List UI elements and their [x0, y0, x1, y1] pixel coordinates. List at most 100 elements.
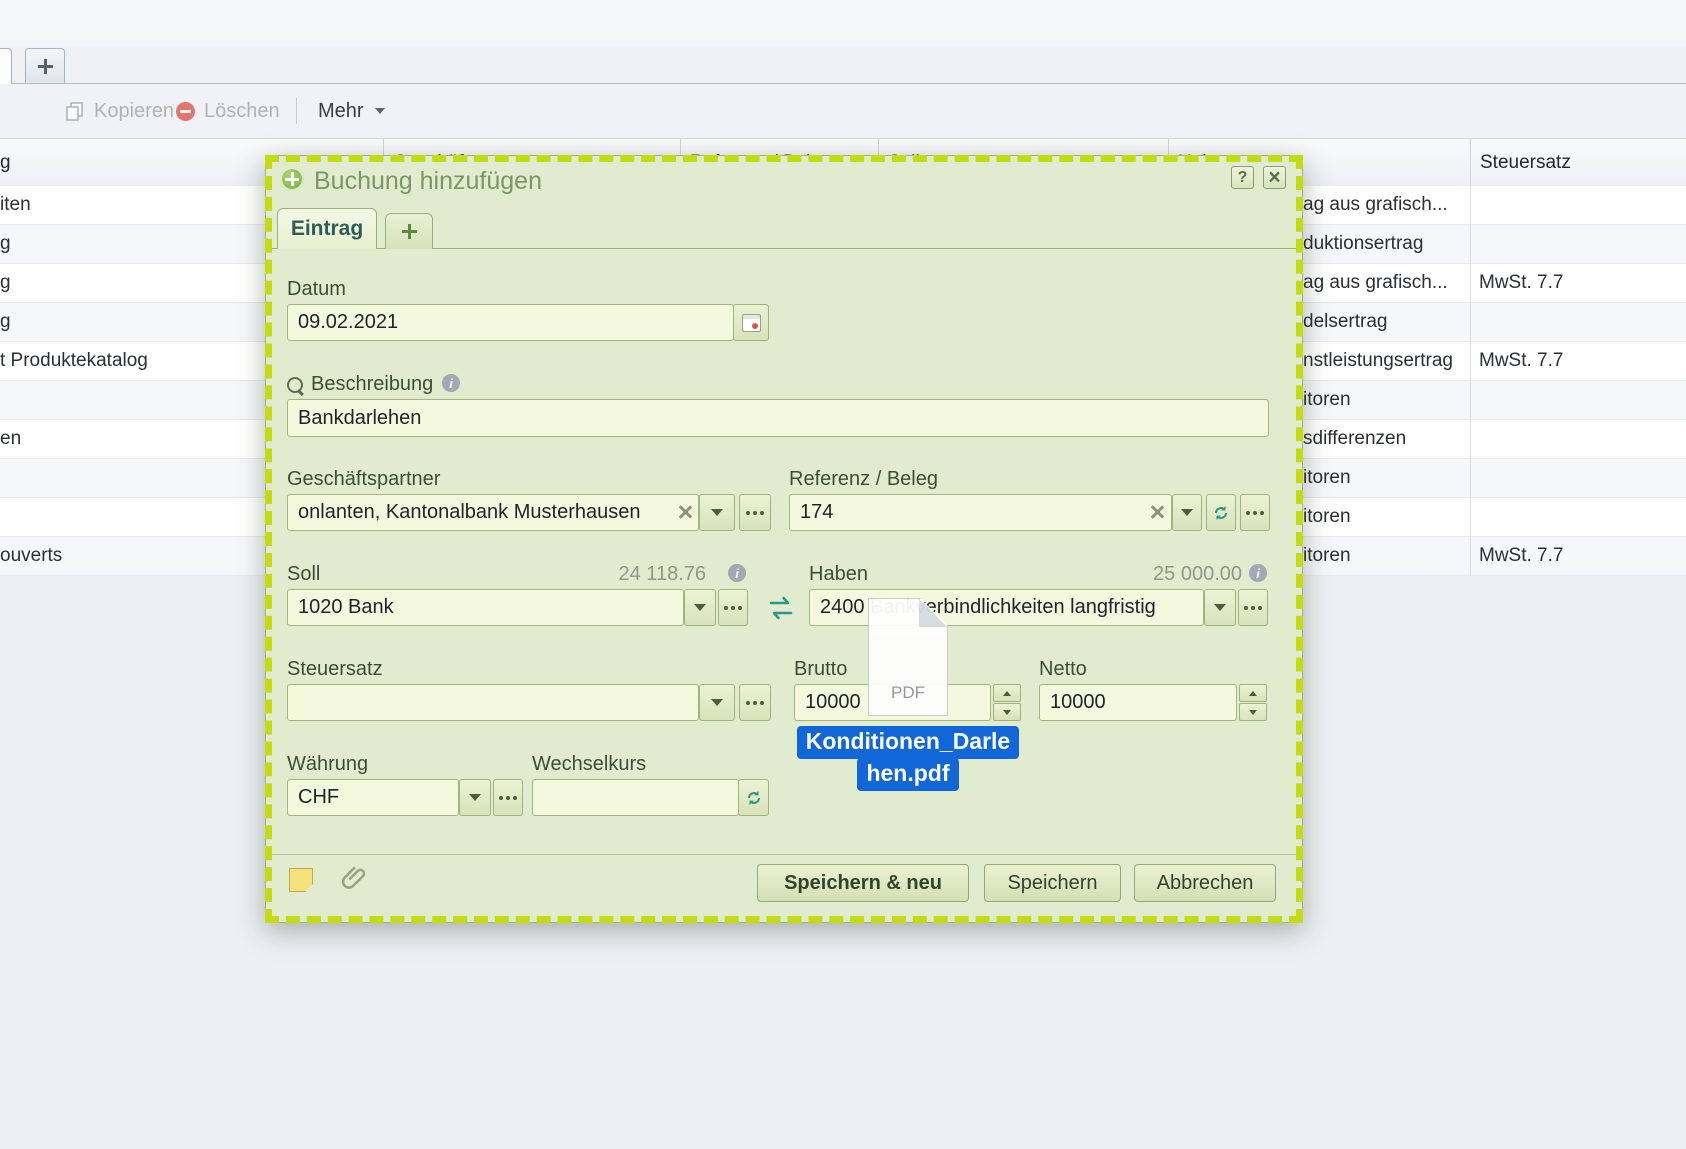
- delete-button[interactable]: Löschen: [176, 84, 280, 138]
- toolbar-separator: [296, 98, 297, 124]
- more-button[interactable]: Mehr: [318, 84, 385, 138]
- row-account-fragment: sdifferenzen: [1303, 420, 1406, 458]
- referenz-refresh-button[interactable]: [1206, 494, 1236, 531]
- copy-button[interactable]: Kopieren: [64, 84, 174, 138]
- row-description-fragment: iten: [0, 186, 31, 224]
- stepper-up-button[interactable]: [1239, 684, 1267, 702]
- tab-add-button[interactable]: [385, 213, 433, 249]
- plus-icon: [38, 59, 53, 74]
- datum-input[interactable]: [287, 304, 734, 341]
- ellipsis-icon: [731, 606, 735, 610]
- referenz-dropdown-button[interactable]: [1172, 494, 1202, 531]
- haben-more-button[interactable]: [1238, 589, 1268, 626]
- soll-more-button[interactable]: [718, 589, 748, 626]
- row-account-fragment: ag aus grafisch...: [1303, 264, 1448, 302]
- note-button[interactable]: [289, 868, 313, 892]
- steuersatz-more-button[interactable]: [739, 684, 771, 721]
- wechselkurs-label: Wechselkurs: [532, 753, 646, 776]
- steuersatz-label: Steuersatz: [287, 658, 383, 681]
- chevron-down-icon: [469, 794, 481, 801]
- dialog-title: Buchung hinzufügen: [314, 156, 542, 202]
- paperclip-icon: [340, 862, 370, 894]
- toolbar: Kopieren Löschen Mehr: [0, 84, 1686, 139]
- chevron-down-icon: [375, 108, 385, 114]
- ellipsis-icon: [1251, 606, 1255, 610]
- ellipsis-icon: [506, 796, 510, 800]
- netto-input[interactable]: [1039, 684, 1237, 721]
- new-tab-button[interactable]: [25, 48, 65, 83]
- file-name-line-2: hen.pdf: [857, 758, 958, 791]
- clear-icon[interactable]: [678, 505, 692, 519]
- column-header-steuersatz[interactable]: Steuersatz: [1470, 139, 1686, 186]
- chevron-down-icon: [711, 509, 723, 516]
- soll-konto-input[interactable]: [287, 589, 684, 626]
- chevron-down-icon: [1214, 604, 1226, 611]
- date-picker-button[interactable]: [733, 304, 769, 341]
- haben-amount: 25 000.00: [966, 563, 1242, 586]
- info-icon: i: [442, 374, 460, 392]
- geschaeftspartner-dropdown-button[interactable]: [699, 494, 735, 531]
- save-button[interactable]: Speichern: [984, 864, 1121, 902]
- row-account-fragment: itoren: [1303, 459, 1351, 497]
- dragged-pdf-file[interactable]: PDF: [868, 598, 948, 716]
- brutto-stepper[interactable]: [993, 684, 1021, 721]
- ellipsis-icon: [1253, 511, 1257, 515]
- file-name-line-1: Konditionen_Darle: [797, 726, 1019, 759]
- search-icon: [287, 377, 303, 393]
- cancel-button[interactable]: Abbrechen: [1134, 864, 1276, 902]
- save-and-new-button[interactable]: Speichern & neu: [757, 864, 969, 902]
- chevron-down-icon: [1003, 710, 1011, 715]
- haben-dropdown-button[interactable]: [1204, 589, 1236, 626]
- steuersatz-input[interactable]: [287, 684, 699, 721]
- swap-accounts-button[interactable]: [766, 594, 796, 622]
- steuersatz-dropdown-button[interactable]: [699, 684, 735, 721]
- row-description-fragment: t Produktekatalog: [0, 342, 148, 380]
- geschaeftspartner-more-button[interactable]: [739, 494, 771, 531]
- row-account-fragment: delsertrag: [1303, 303, 1388, 341]
- row-account-fragment: duktionsertrag: [1303, 225, 1423, 263]
- footer-divider: [266, 854, 1302, 855]
- close-button[interactable]: ×: [1263, 166, 1286, 189]
- info-icon: i: [1249, 564, 1267, 582]
- stepper-down-button[interactable]: [993, 703, 1021, 721]
- help-button[interactable]: ?: [1231, 166, 1254, 189]
- stepper-up-button[interactable]: [993, 684, 1021, 702]
- row-account-fragment: itoren: [1303, 537, 1351, 575]
- document-tab[interactable]: [0, 48, 12, 84]
- waehrung-label: Währung: [287, 753, 368, 776]
- netto-stepper[interactable]: [1239, 684, 1267, 721]
- chevron-down-icon: [694, 604, 706, 611]
- delete-label: Löschen: [204, 100, 280, 123]
- row-tax-fragment: MwSt. 7.7: [1479, 342, 1563, 380]
- waehrung-input[interactable]: [287, 779, 459, 816]
- row-account-fragment: ag aus grafisch...: [1303, 186, 1448, 224]
- soll-dropdown-button[interactable]: [684, 589, 716, 626]
- datum-label: Datum: [287, 278, 346, 301]
- referenz-label: Referenz / Beleg: [789, 468, 938, 491]
- beschreibung-input[interactable]: [287, 399, 1269, 437]
- row-account-fragment: itoren: [1303, 381, 1351, 419]
- soll-label: Soll: [287, 563, 320, 586]
- info-icon: i: [728, 564, 746, 582]
- delete-icon: [176, 102, 195, 121]
- tab-eintrag[interactable]: Eintrag: [277, 208, 377, 249]
- stepper-down-button[interactable]: [1239, 703, 1267, 721]
- ellipsis-icon: [753, 511, 757, 515]
- referenz-input[interactable]: [789, 494, 1172, 531]
- attachment-button[interactable]: [340, 862, 370, 899]
- refresh-icon: [1212, 504, 1230, 522]
- add-booking-dialog: Buchung hinzufügen ? × Eintrag Datum Bes…: [265, 155, 1303, 923]
- clear-icon[interactable]: [1150, 505, 1164, 519]
- copy-label: Kopieren: [94, 100, 174, 123]
- chevron-down-icon: [1181, 509, 1193, 516]
- swap-icon: [766, 594, 796, 622]
- row-tax-fragment: MwSt. 7.7: [1479, 537, 1563, 575]
- referenz-more-button[interactable]: [1240, 494, 1270, 531]
- waehrung-more-button[interactable]: [493, 779, 523, 816]
- waehrung-dropdown-button[interactable]: [459, 779, 491, 816]
- calendar-icon: [742, 314, 761, 332]
- dialog-header[interactable]: Buchung hinzufügen ? ×: [266, 156, 1302, 202]
- geschaeftspartner-input[interactable]: [287, 494, 699, 531]
- chevron-down-icon: [711, 699, 723, 706]
- add-icon: [280, 167, 304, 191]
